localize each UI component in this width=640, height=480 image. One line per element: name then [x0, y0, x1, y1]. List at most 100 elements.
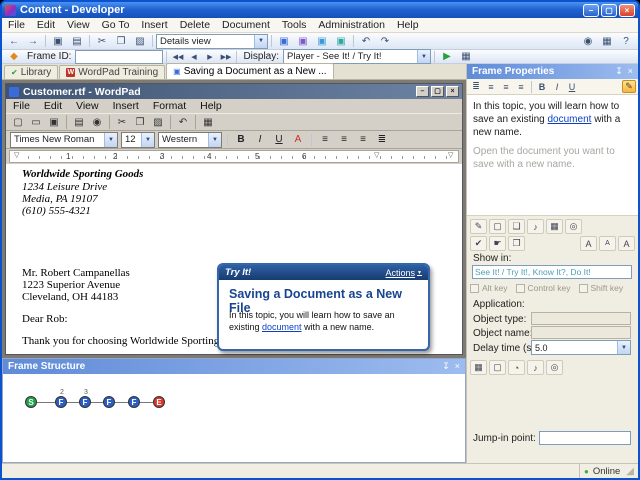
grid-view-icon[interactable]: ▦: [598, 34, 616, 48]
image-icon[interactable]: ▦: [546, 219, 563, 234]
minimize-button[interactable]: –: [583, 3, 599, 17]
font-larger-icon[interactable]: A: [580, 236, 597, 251]
font-color-icon[interactable]: A: [290, 132, 306, 147]
chevron-down-icon[interactable]: ▼: [417, 50, 431, 63]
wordpad-date-icon[interactable]: ▦: [200, 115, 216, 130]
wordpad-menu-format[interactable]: Format: [146, 100, 193, 112]
forward-icon[interactable]: →: [24, 34, 42, 48]
font-smaller-icon[interactable]: A: [599, 236, 616, 251]
wordpad-cut-icon[interactable]: ✂: [114, 115, 130, 130]
display-combo[interactable]: Player - See It! / Try It! ▼: [283, 49, 432, 64]
help-icon[interactable]: ?: [617, 34, 635, 48]
see-it-mode-icon[interactable]: ▣: [275, 34, 293, 48]
align-right-icon[interactable]: ≡: [355, 132, 371, 147]
maximize-button[interactable]: ▢: [601, 3, 617, 17]
italic-icon[interactable]: I: [252, 132, 268, 147]
pointer-icon[interactable]: ☛: [489, 236, 506, 251]
align-right-icon[interactable]: ≡: [514, 80, 528, 93]
details-view-combo[interactable]: Details view ▼: [156, 33, 268, 49]
delay-clock-icon[interactable]: ◔: [508, 360, 525, 375]
delay-time-combo[interactable]: 5.0 ▼: [531, 340, 631, 355]
know-it-mode-icon[interactable]: ▣: [313, 34, 331, 48]
bubble-text-editor[interactable]: In this topic, you will learn how to sav…: [467, 95, 638, 216]
wordpad-menu-help[interactable]: Help: [193, 100, 229, 112]
menu-administration[interactable]: Administration: [312, 19, 391, 31]
save-icon[interactable]: ▣: [49, 34, 67, 48]
try-it-mode-icon[interactable]: ▣: [294, 34, 312, 48]
italic-icon[interactable]: I: [550, 80, 564, 93]
actions-link[interactable]: Actions ▼: [386, 268, 422, 278]
align-left-icon[interactable]: ≡: [317, 132, 333, 147]
chevron-down-icon[interactable]: ▼: [254, 34, 267, 48]
wordpad-close-button[interactable]: ×: [446, 86, 459, 97]
bubble-style-icon[interactable]: ❑: [508, 219, 525, 234]
copy-icon[interactable]: ❐: [112, 34, 130, 48]
document-link[interactable]: document: [548, 114, 592, 125]
redo-icon[interactable]: ↷: [376, 34, 394, 48]
highlight-icon[interactable]: ✎: [622, 80, 636, 93]
menu-delete[interactable]: Delete: [174, 19, 216, 31]
spell-check-icon[interactable]: ✔: [470, 236, 487, 251]
wordpad-new-icon[interactable]: ▢: [10, 115, 26, 130]
frame-node[interactable]: 2F: [55, 389, 67, 408]
underline-icon[interactable]: U: [565, 80, 579, 93]
copy-bubble-icon[interactable]: ❐: [508, 236, 525, 251]
wordpad-paste-icon[interactable]: ▨: [150, 115, 166, 130]
previous-frame-icon[interactable]: ◀: [186, 50, 201, 64]
wordpad-find-icon[interactable]: ◉: [89, 115, 105, 130]
last-frame-icon[interactable]: ▶▶: [218, 50, 233, 64]
close-panel-icon[interactable]: ×: [455, 361, 460, 372]
frame-id-input[interactable]: [75, 49, 164, 64]
close-button[interactable]: ×: [619, 3, 635, 17]
template-text-icon[interactable]: ▢: [489, 219, 506, 234]
wordpad-maximize-button[interactable]: ▢: [431, 86, 444, 97]
chevron-down-icon[interactable]: ▼: [141, 132, 154, 147]
frame-icon[interactable]: ◆: [5, 50, 23, 64]
frame-node-start[interactable]: S: [25, 396, 37, 408]
right-margin-marker[interactable]: ▽: [374, 151, 379, 159]
align-center-icon[interactable]: ≡: [336, 132, 352, 147]
pin-icon[interactable]: ↧: [615, 66, 623, 77]
do-it-mode-icon[interactable]: ▣: [332, 34, 350, 48]
preview-icon[interactable]: ▦: [457, 50, 475, 64]
wordpad-undo-icon[interactable]: ↶: [175, 115, 191, 130]
tab-library[interactable]: ✔ Library: [4, 65, 59, 79]
grid-options-icon[interactable]: ▦: [470, 360, 487, 375]
chevron-down-icon[interactable]: ▼: [617, 341, 630, 354]
undo-icon[interactable]: ↶: [357, 34, 375, 48]
pin-icon[interactable]: ↧: [442, 361, 450, 372]
menu-view[interactable]: View: [61, 19, 96, 31]
frame-node[interactable]: 3F: [79, 389, 91, 408]
find-icon[interactable]: ◉: [579, 34, 597, 48]
document-link[interactable]: document: [262, 322, 302, 332]
left-margin-marker[interactable]: ▽: [14, 151, 19, 159]
frame-node[interactable]: F: [128, 396, 140, 408]
paste-icon[interactable]: ▨: [131, 34, 149, 48]
menu-file[interactable]: File: [2, 19, 31, 31]
align-center-icon[interactable]: ≡: [499, 80, 513, 93]
menu-document[interactable]: Document: [216, 19, 276, 31]
chevron-down-icon[interactable]: ▼: [104, 132, 117, 147]
wordpad-menu-edit[interactable]: Edit: [37, 100, 69, 112]
tab-saving-document[interactable]: ▣ Saving a Document as a New ...: [166, 63, 334, 79]
cut-icon[interactable]: ✂: [93, 34, 111, 48]
bullet-list-icon[interactable]: ≣: [469, 80, 483, 93]
wordpad-minimize-button[interactable]: –: [416, 86, 429, 97]
back-icon[interactable]: ←: [5, 34, 23, 48]
tab-wordpad-training[interactable]: W WordPad Training: [59, 65, 166, 79]
close-panel-icon[interactable]: ×: [628, 66, 633, 77]
print-icon[interactable]: ▤: [68, 34, 86, 48]
frame-node[interactable]: F: [103, 396, 115, 408]
target-options-icon[interactable]: ◎: [546, 360, 563, 375]
wordpad-copy-icon[interactable]: ❐: [132, 115, 148, 130]
wordpad-open-icon[interactable]: ▭: [28, 115, 44, 130]
edit-text-icon[interactable]: ✎: [470, 219, 487, 234]
menu-help[interactable]: Help: [391, 19, 425, 31]
next-frame-icon[interactable]: ▶: [202, 50, 217, 64]
sound-options-icon[interactable]: ♪: [527, 360, 544, 375]
font-size-combo[interactable]: 12 ▼: [121, 131, 155, 148]
wordpad-menu-file[interactable]: File: [6, 100, 37, 112]
wordpad-menu-insert[interactable]: Insert: [106, 100, 146, 112]
menu-edit[interactable]: Edit: [31, 19, 61, 31]
chevron-down-icon[interactable]: ▼: [208, 132, 221, 147]
